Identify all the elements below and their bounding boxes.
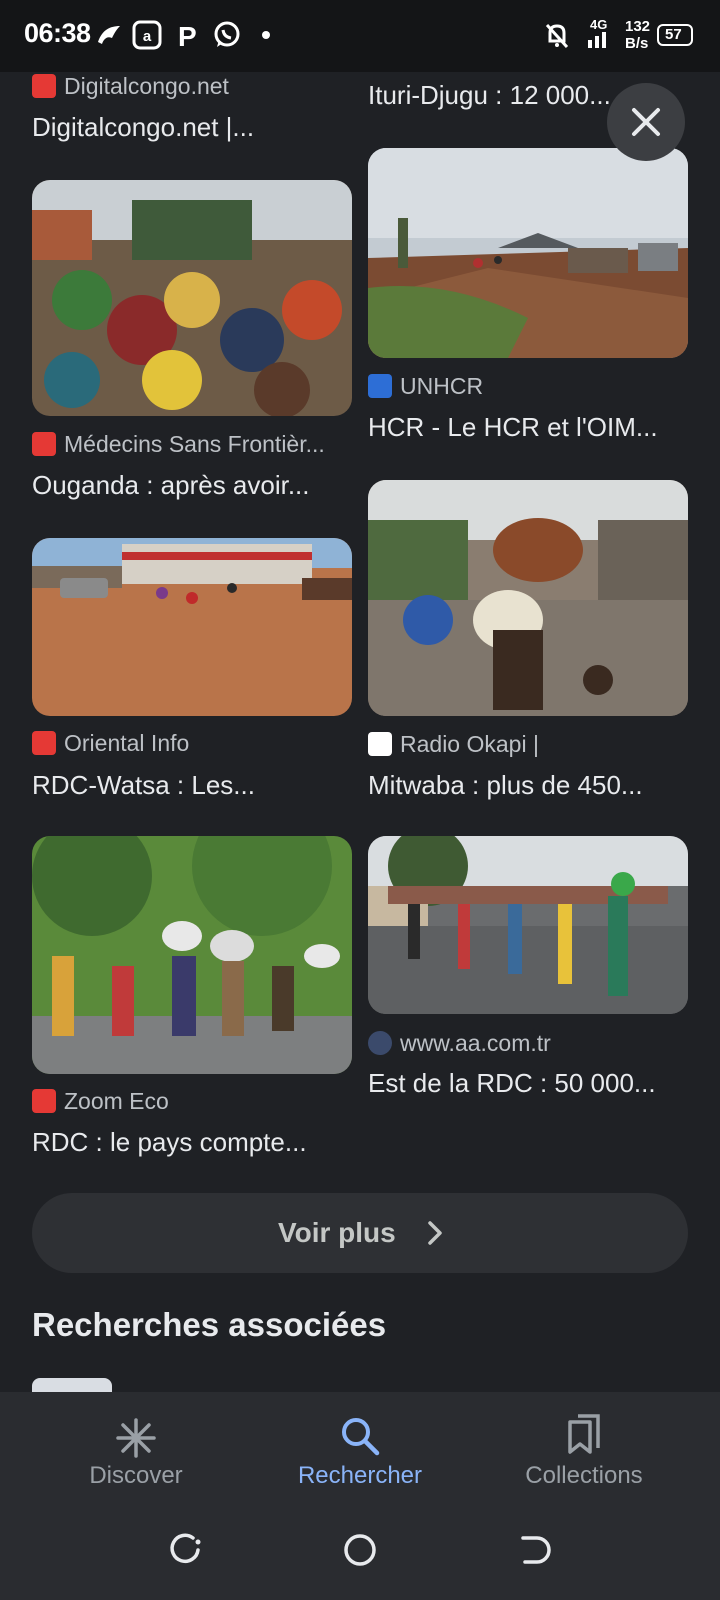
nav-collections[interactable]: Collections bbox=[464, 1392, 704, 1512]
recent-apps-icon[interactable] bbox=[165, 1530, 205, 1570]
svg-text:P: P bbox=[178, 21, 197, 50]
oriental-info-favicon bbox=[32, 731, 56, 755]
result-title[interactable]: Ouganda : après avoir... bbox=[32, 470, 310, 501]
status-bar: 06:38 a P 4G 132 B/s 57 bbox=[0, 0, 720, 72]
home-icon[interactable] bbox=[340, 1530, 380, 1570]
bottom-navigation: Discover Rechercher Collections bbox=[0, 1392, 720, 1600]
messenger-bird-icon bbox=[98, 26, 120, 44]
close-icon bbox=[632, 108, 660, 136]
more-notifications-dot-icon bbox=[262, 31, 270, 39]
radio-okapi-favicon bbox=[368, 732, 392, 756]
data-speed-unit: B/s bbox=[625, 35, 649, 52]
nav-discover-label: Discover bbox=[89, 1462, 183, 1489]
result-title[interactable]: Digitalcongo.net |... bbox=[32, 112, 254, 143]
result-source[interactable]: Oriental Info bbox=[64, 730, 189, 757]
parking-app-icon: P bbox=[178, 21, 197, 50]
result-image[interactable] bbox=[368, 148, 688, 358]
result-title[interactable]: RDC-Watsa : Les... bbox=[32, 770, 255, 801]
data-speed-value: 132 bbox=[625, 18, 651, 35]
see-more-label: Voir plus bbox=[278, 1217, 396, 1248]
msf-favicon bbox=[32, 432, 56, 456]
search-icon bbox=[342, 1418, 380, 1456]
result-title[interactable]: Est de la RDC : 50 000... bbox=[368, 1068, 656, 1099]
nav-search[interactable]: Rechercher bbox=[240, 1392, 480, 1512]
battery-icon: 57 bbox=[657, 24, 693, 46]
svg-text:a: a bbox=[143, 28, 152, 45]
result-title[interactable]: HCR - Le HCR et l'OIM... bbox=[368, 412, 658, 443]
status-time: 06:38 bbox=[24, 18, 91, 48]
asterisk-icon bbox=[116, 1418, 156, 1458]
see-more-button[interactable]: Voir plus bbox=[32, 1193, 688, 1273]
app-notification-icon: a bbox=[132, 20, 162, 50]
result-source[interactable]: Radio Okapi | bbox=[400, 731, 539, 758]
nav-search-label: Rechercher bbox=[297, 1462, 423, 1489]
chevron-right-icon bbox=[428, 1221, 442, 1245]
whatsapp-icon bbox=[214, 21, 240, 47]
result-source[interactable]: Digitalcongo.net bbox=[64, 73, 229, 100]
unhcr-favicon bbox=[368, 374, 392, 398]
result-source[interactable]: Médecins Sans Frontièr... bbox=[64, 431, 325, 458]
result-title[interactable]: Ituri-Djugu : 12 000... bbox=[368, 80, 611, 111]
result-title[interactable]: Mitwaba : plus de 450... bbox=[368, 770, 643, 801]
battery-level: 57 bbox=[665, 26, 682, 43]
result-image[interactable] bbox=[32, 180, 352, 416]
close-button[interactable] bbox=[607, 83, 685, 161]
result-image[interactable] bbox=[32, 538, 352, 716]
result-image[interactable] bbox=[368, 836, 688, 1014]
related-searches-heading: Recherches associées bbox=[32, 1306, 387, 1343]
result-image[interactable] bbox=[32, 836, 352, 1074]
signal-icon bbox=[588, 32, 606, 48]
zoom-eco-favicon bbox=[32, 1089, 56, 1113]
nav-collections-label: Collections bbox=[525, 1462, 643, 1489]
result-image[interactable] bbox=[368, 480, 688, 716]
mute-bell-icon bbox=[545, 23, 569, 49]
result-source[interactable]: www.aa.com.tr bbox=[400, 1030, 551, 1057]
result-source[interactable]: Zoom Eco bbox=[64, 1088, 169, 1115]
bookmarks-icon bbox=[568, 1414, 600, 1454]
back-icon[interactable] bbox=[515, 1530, 555, 1570]
digitalcongo-favicon bbox=[32, 74, 56, 98]
nav-discover[interactable]: Discover bbox=[16, 1392, 256, 1512]
aa-favicon bbox=[368, 1031, 392, 1055]
result-title[interactable]: RDC : le pays compte... bbox=[32, 1127, 307, 1158]
result-source[interactable]: UNHCR bbox=[400, 373, 483, 400]
